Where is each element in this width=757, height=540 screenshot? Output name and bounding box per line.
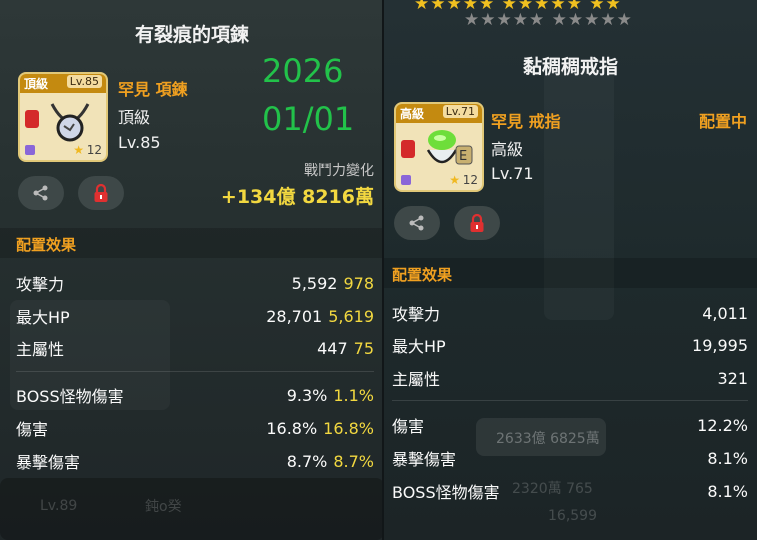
stat-label: 攻擊力 bbox=[16, 275, 65, 294]
cracked-necklace-icon bbox=[50, 103, 90, 142]
item-icon-card: 高級 Lv.71 E ★ 12 bbox=[394, 102, 484, 192]
equip-effect-heading: 配置效果 bbox=[392, 266, 453, 284]
date-day: 01/01 bbox=[262, 100, 355, 138]
lock-button[interactable] bbox=[454, 206, 500, 240]
background-name-text: 鈍o癸 bbox=[145, 499, 182, 515]
stat-value: 8.1% bbox=[707, 481, 748, 501]
stat-value: 12.2% bbox=[697, 415, 748, 435]
stat-row: 攻擊力 5,592 978 bbox=[16, 269, 374, 297]
lock-icon bbox=[401, 140, 415, 158]
stat-label: 暴擊傷害 bbox=[16, 453, 81, 472]
grade-badge: 頂級 bbox=[24, 77, 49, 91]
stat-label: 傷害 bbox=[16, 420, 49, 439]
rarity-label: 罕見 項鍊 bbox=[118, 80, 188, 99]
star-force-stars-grey: ★★★★★ ★★★★★ bbox=[464, 10, 633, 30]
power-change-label: 戰鬥力變化 bbox=[304, 163, 374, 179]
stat-value: 321 bbox=[717, 368, 748, 388]
share-icon bbox=[33, 185, 48, 201]
star-icon: ★ bbox=[449, 173, 460, 187]
stat-row: 最大HP 28,701 5,619 bbox=[16, 302, 374, 330]
stat-value: 8.7% 8.7% bbox=[286, 451, 374, 471]
share-icon bbox=[409, 215, 424, 231]
stat-row: 最大HP 19,995 bbox=[392, 331, 748, 359]
stat-label: BOSS怪物傷害 bbox=[16, 387, 124, 406]
svg-text:E: E bbox=[459, 149, 467, 164]
stat-value: 5,592 978 bbox=[291, 273, 374, 293]
stat-label: 暴擊傷害 bbox=[392, 450, 457, 469]
stat-label: 主屬性 bbox=[392, 370, 441, 389]
stat-row: BOSS怪物傷害 9.3% 1.1% bbox=[16, 381, 374, 409]
background-level-text: Lv.89 bbox=[40, 498, 78, 514]
stat-label: 最大HP bbox=[392, 337, 446, 356]
stat-row: 暴擊傷害 8.1% bbox=[392, 444, 748, 472]
equipped-status: 配置中 bbox=[698, 112, 747, 131]
divider bbox=[392, 400, 748, 401]
item-tooltip-necklace: Lv.89 鈍o癸 有裂痕的項鍊 頂級 Lv.85 ★ 12 罕見 項鍊 頂級 … bbox=[0, 0, 384, 540]
stat-row: 暴擊傷害 8.7% 8.7% bbox=[16, 447, 374, 475]
stat-value: 16.8% 16.8% bbox=[266, 418, 374, 438]
lock-icon bbox=[25, 110, 39, 128]
star-icon: ★ bbox=[73, 143, 84, 157]
background-stat-text: 16,599 bbox=[548, 508, 597, 524]
stat-row: 主屬性 447 75 bbox=[16, 334, 374, 362]
item-title: 有裂痕的項鍊 bbox=[134, 24, 249, 46]
sticky-ring-icon: E bbox=[426, 130, 473, 165]
tier-label: 高級 bbox=[491, 140, 524, 159]
lock-icon bbox=[94, 183, 108, 202]
star-force-count: 12 bbox=[462, 173, 478, 187]
stat-value: 9.3% 1.1% bbox=[286, 385, 374, 405]
stat-row: 攻擊力 4,011 bbox=[392, 299, 748, 327]
level-badge: Lv.85 bbox=[66, 75, 102, 88]
stat-value: 19,995 bbox=[692, 335, 748, 355]
tier-label: 頂級 bbox=[118, 108, 151, 127]
equip-effect-heading: 配置效果 bbox=[16, 236, 77, 254]
power-change-value: +134億 8216萬 bbox=[220, 186, 374, 208]
stat-label: 最大HP bbox=[16, 308, 70, 327]
item-level: Lv.71 bbox=[491, 164, 534, 183]
stat-label: BOSS怪物傷害 bbox=[392, 483, 500, 502]
stat-row: BOSS怪物傷害 8.1% bbox=[392, 477, 748, 505]
lock-button[interactable] bbox=[78, 176, 124, 210]
stat-row: 主屬性 321 bbox=[392, 364, 748, 392]
lock-icon bbox=[470, 213, 484, 232]
item-level: Lv.85 bbox=[118, 133, 161, 152]
share-button[interactable] bbox=[18, 176, 64, 210]
stat-value: 447 75 bbox=[317, 338, 374, 358]
share-button[interactable] bbox=[394, 206, 440, 240]
stat-label: 攻擊力 bbox=[392, 305, 441, 324]
stat-value: 4,011 bbox=[702, 303, 748, 323]
potential-indicator-icon bbox=[401, 175, 411, 185]
item-icon-card: 頂級 Lv.85 ★ 12 bbox=[18, 72, 108, 162]
stat-value: 8.1% bbox=[707, 448, 748, 468]
stat-row: 傷害 16.8% 16.8% bbox=[16, 414, 374, 442]
stat-value: 28,701 5,619 bbox=[266, 306, 374, 326]
star-force-count: 12 bbox=[86, 143, 102, 157]
stat-row: 傷害 12.2% bbox=[392, 411, 748, 439]
stat-label: 傷害 bbox=[392, 417, 425, 436]
date-year: 2026 bbox=[262, 52, 344, 90]
level-badge: Lv.71 bbox=[442, 105, 478, 118]
stat-label: 主屬性 bbox=[16, 340, 65, 359]
item-title: 黏稠稠戒指 bbox=[522, 56, 618, 78]
potential-indicator-icon bbox=[25, 145, 35, 155]
grade-badge: 高級 bbox=[400, 107, 425, 121]
rarity-label: 罕見 戒指 bbox=[491, 112, 561, 131]
divider bbox=[16, 371, 374, 372]
item-tooltip-ring: ★★★★★ ★★★★★ ★★ ★★★★★ ★★★★★ 2633億 6825萬 2… bbox=[384, 0, 757, 540]
